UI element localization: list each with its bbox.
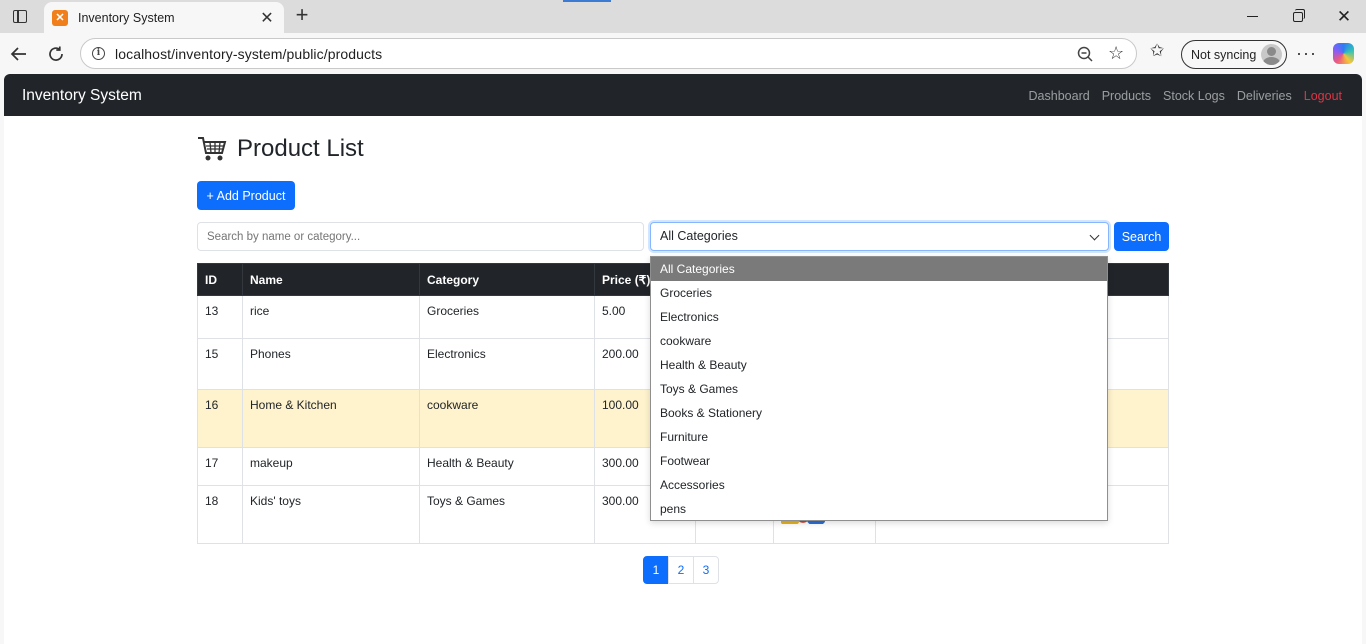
option-cookware[interactable]: cookware [651, 329, 1107, 353]
sync-label: Not syncing [1191, 47, 1257, 62]
favorite-star-icon[interactable]: ☆ [1108, 43, 1124, 64]
category-select[interactable]: All Categories [650, 222, 1109, 251]
cell-category: Electronics [419, 338, 595, 390]
option-groceries[interactable]: Groceries [651, 281, 1107, 305]
pagination: 1 2 3 [643, 556, 719, 584]
cell-name: Phones [242, 338, 420, 390]
option-pens[interactable]: pens [651, 497, 1107, 521]
zoom-out-icon[interactable] [1076, 45, 1096, 63]
option-toys-games[interactable]: Toys & Games [651, 377, 1107, 401]
copilot-icon[interactable] [1333, 43, 1354, 64]
url-text[interactable]: localhost/inventory-system/public/produc… [115, 46, 382, 62]
category-dropdown-list: All Categories Groceries Electronics coo… [650, 256, 1108, 521]
cell-id: 18 [197, 485, 243, 544]
tab-indicator [563, 0, 611, 2]
more-options-icon[interactable]: ··· [1296, 43, 1317, 64]
cell-id: 13 [197, 295, 243, 339]
new-tab-icon[interactable]: + [290, 4, 314, 28]
option-health-beauty[interactable]: Health & Beauty [651, 353, 1107, 377]
nav-dashboard[interactable]: Dashboard [1029, 89, 1090, 103]
browser-tab[interactable]: ✕ Inventory System ✕ [44, 2, 284, 33]
tab-close-icon[interactable]: ✕ [258, 8, 276, 28]
nav-deliveries[interactable]: Deliveries [1237, 89, 1292, 103]
cell-name: makeup [242, 447, 420, 486]
header-id: ID [197, 263, 243, 296]
shopping-cart-icon [198, 137, 227, 161]
tab-title: Inventory System [78, 10, 175, 25]
cell-id: 15 [197, 338, 243, 390]
nav-logout[interactable]: Logout [1304, 89, 1342, 103]
cell-name: rice [242, 295, 420, 339]
browser-tabstrip: ✕ Inventory System ✕ + ✕ [0, 0, 1366, 33]
minimize-icon[interactable] [1229, 0, 1275, 33]
nav-stock-logs[interactable]: Stock Logs [1163, 89, 1225, 103]
header-category: Category [419, 263, 595, 296]
chevron-down-icon [1089, 230, 1100, 241]
option-electronics[interactable]: Electronics [651, 305, 1107, 329]
xampp-favicon-icon: ✕ [52, 9, 68, 26]
option-books-stationery[interactable]: Books & Stationery [651, 401, 1107, 425]
window-close-icon[interactable]: ✕ [1321, 0, 1366, 33]
nav-products[interactable]: Products [1102, 89, 1151, 103]
search-button[interactable]: Search [1114, 222, 1169, 251]
category-selected-value: All Categories [660, 229, 738, 243]
page-link-3[interactable]: 3 [693, 556, 719, 584]
option-footwear[interactable]: Footwear [651, 449, 1107, 473]
cell-name: Kids' toys [242, 485, 420, 544]
site-info-icon[interactable]: i [92, 47, 105, 60]
option-furniture[interactable]: Furniture [651, 425, 1107, 449]
web-page: Inventory System Dashboard Products Stoc… [4, 74, 1362, 644]
profile-avatar [1261, 44, 1282, 65]
navbar-links: Dashboard Products Stock Logs Deliveries… [1017, 89, 1342, 103]
tab-actions-icon[interactable] [4, 4, 36, 28]
cell-category: Groceries [419, 295, 595, 339]
page-heading: Product List [197, 135, 364, 163]
cell-id: 17 [197, 447, 243, 486]
address-bar[interactable]: i localhost/inventory-system/public/prod… [80, 38, 1137, 69]
cell-id: 16 [197, 389, 243, 448]
option-all-categories[interactable]: All Categories [651, 257, 1107, 281]
profile-sync-button[interactable]: Not syncing [1181, 40, 1287, 69]
page-link-2[interactable]: 2 [668, 556, 694, 584]
header-name: Name [242, 263, 420, 296]
site-navbar: Inventory System Dashboard Products Stoc… [4, 74, 1362, 116]
search-input[interactable] [197, 222, 644, 251]
page-link-1[interactable]: 1 [643, 556, 669, 584]
cell-category: Toys & Games [419, 485, 595, 544]
cell-category: cookware [419, 389, 595, 448]
cell-name: Home & Kitchen [242, 389, 420, 448]
cell-category: Health & Beauty [419, 447, 595, 486]
back-arrow-icon[interactable] [7, 42, 31, 66]
reload-icon[interactable] [44, 42, 68, 66]
navbar-brand[interactable]: Inventory System [22, 87, 142, 105]
option-accessories[interactable]: Accessories [651, 473, 1107, 497]
page-title: Product List [237, 135, 364, 162]
restore-icon[interactable] [1275, 0, 1321, 33]
favorites-icon[interactable]: ✩ [1150, 41, 1164, 61]
add-product-button[interactable]: + Add Product [197, 181, 295, 210]
